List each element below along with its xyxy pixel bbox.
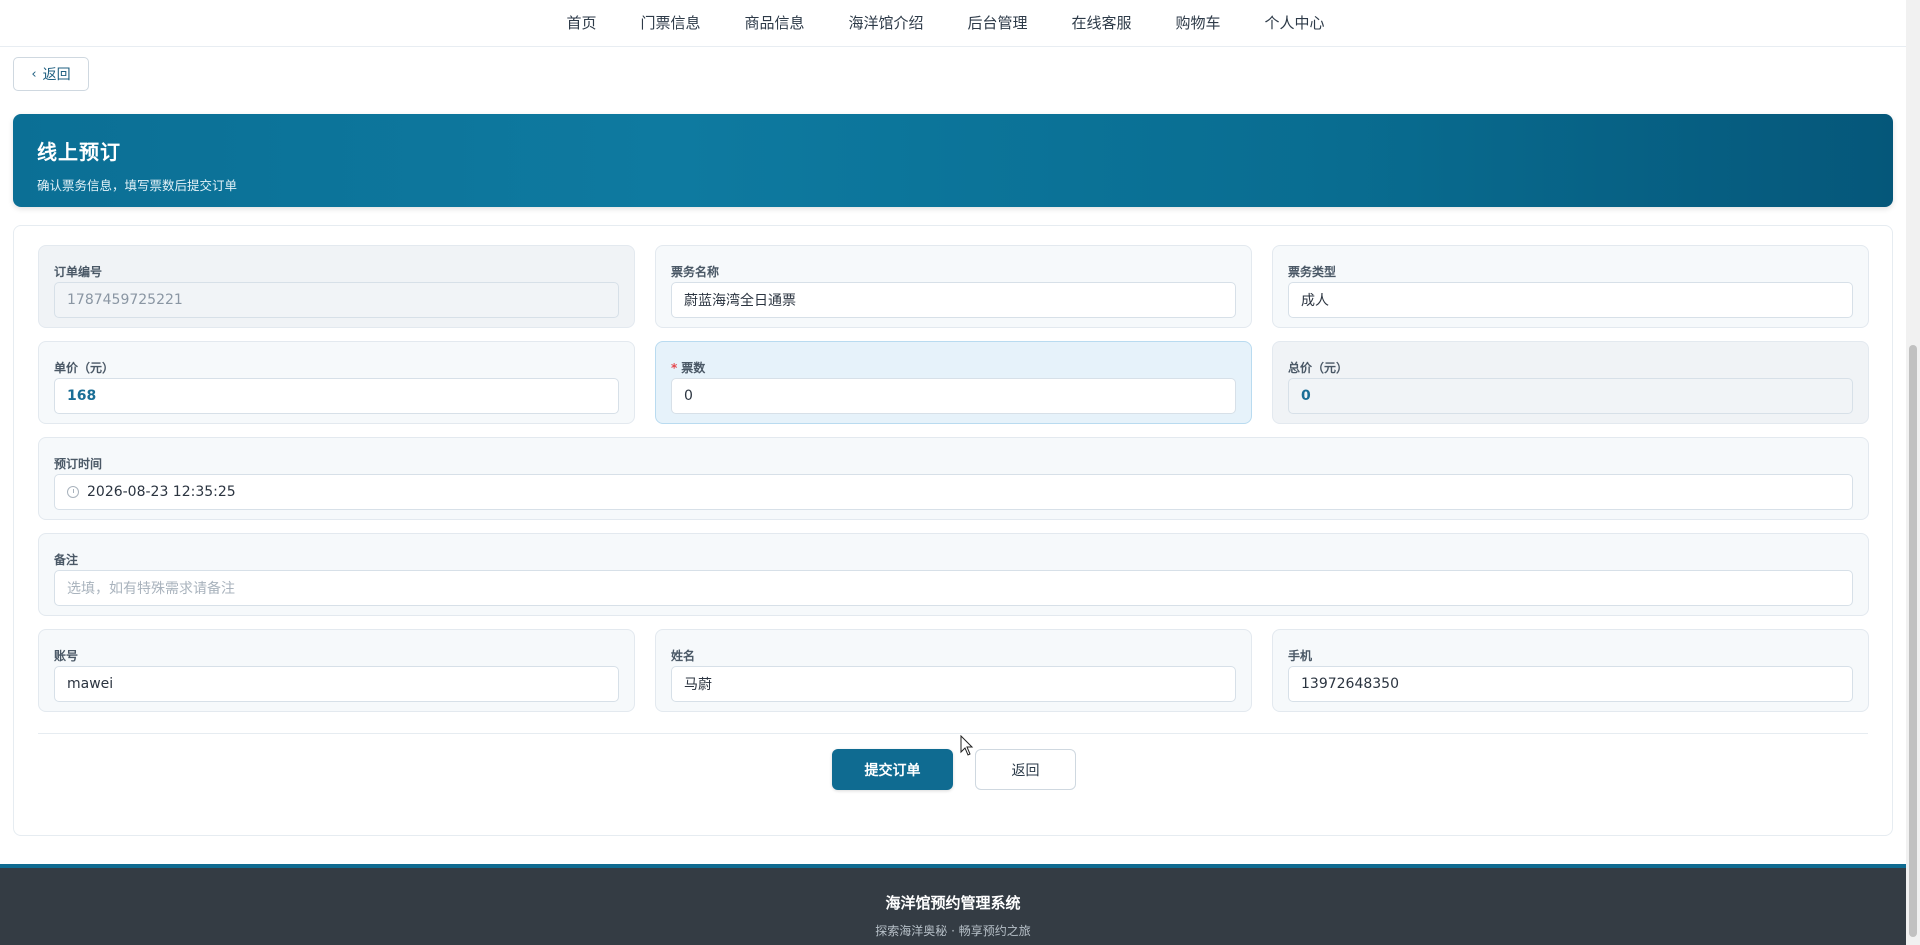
scrollbar-thumb[interactable] [1909, 345, 1917, 937]
page-footer: 海洋馆预约管理系统 探索海洋奥秘 · 畅享预约之旅 [0, 864, 1906, 945]
order-number-field: 订单编号 1787459725221 [38, 245, 635, 328]
phone-input[interactable]: 13972648350 [1288, 666, 1853, 702]
quantity-label: * 票数 [671, 359, 705, 376]
name-field: 姓名 马蔚 [655, 629, 1252, 712]
ticket-type-label: 票务类型 [1288, 265, 1337, 279]
booking-time-input[interactable]: 2026-08-23 12:35:25 [54, 474, 1853, 510]
unit-price-input[interactable]: 168 [54, 378, 619, 414]
unit-price-label: 单价（元） [54, 361, 115, 375]
required-mark: * [671, 361, 678, 375]
footer-title: 海洋馆预约管理系统 [885, 894, 1021, 912]
page-subtitle: 确认票务信息，填写票数后提交订单 [37, 178, 238, 193]
account-label: 账号 [54, 649, 79, 663]
nav-item-profile[interactable]: 个人中心 [1243, 1, 1347, 45]
top-navigation: 首页 门票信息 商品信息 海洋馆介绍 后台管理 在线客服 购物车 个人中心 [0, 0, 1906, 47]
order-number-label: 订单编号 [54, 265, 103, 279]
remark-input[interactable]: 选填，如有特殊需求请备注 [54, 570, 1853, 606]
remark-label: 备注 [54, 553, 79, 567]
nav-item-cart[interactable]: 购物车 [1154, 1, 1243, 45]
ticket-type-field: 票务类型 成人 [1272, 245, 1869, 328]
order-number-input: 1787459725221 [54, 282, 619, 318]
nav-item-products[interactable]: 商品信息 [722, 1, 826, 45]
back-button[interactable]: ‹ 返回 [13, 57, 89, 91]
form-divider [38, 733, 1868, 734]
nav-item-aquarium-intro[interactable]: 海洋馆介绍 [826, 1, 945, 45]
ticket-type-input[interactable]: 成人 [1288, 282, 1853, 318]
booking-time-value: 2026-08-23 12:35:25 [87, 484, 236, 500]
mouse-cursor-icon [960, 735, 974, 756]
quantity-label-text: 票数 [681, 361, 706, 375]
account-input[interactable]: mawei [54, 666, 619, 702]
name-label: 姓名 [671, 649, 696, 663]
quantity-field: * 票数 0 [655, 341, 1252, 424]
phone-field: 手机 13972648350 [1272, 629, 1869, 712]
page-title: 线上预订 [37, 140, 121, 164]
booking-time-label: 预订时间 [54, 457, 103, 471]
account-field: 账号 mawei [38, 629, 635, 712]
ticket-name-field: 票务名称 蔚蓝海湾全日通票 [655, 245, 1252, 328]
booking-time-field: 预订时间 2026-08-23 12:35:25 [38, 437, 1869, 520]
vertical-scrollbar[interactable] [1906, 0, 1920, 945]
back-button-label: 返回 [42, 67, 71, 83]
form-back-button[interactable]: 返回 [975, 749, 1076, 790]
nav-items: 首页 门票信息 商品信息 海洋馆介绍 后台管理 在线客服 购物车 个人中心 [544, 1, 1346, 45]
ticket-name-label: 票务名称 [671, 265, 720, 279]
nav-item-home[interactable]: 首页 [544, 1, 618, 45]
remark-field: 备注 选填，如有特殊需求请备注 [38, 533, 1869, 616]
chevron-left-icon: ‹ [31, 66, 37, 82]
submit-order-button[interactable]: 提交订单 [832, 749, 953, 790]
total-price-label: 总价（元） [1288, 361, 1349, 375]
total-price-field: 总价（元） 0 [1272, 341, 1869, 424]
phone-label: 手机 [1288, 649, 1313, 663]
ticket-name-input[interactable]: 蔚蓝海湾全日通票 [671, 282, 1236, 318]
name-input[interactable]: 马蔚 [671, 666, 1236, 702]
nav-item-admin[interactable]: 后台管理 [946, 1, 1050, 45]
page-banner: 线上预订 确认票务信息，填写票数后提交订单 [13, 114, 1893, 207]
nav-item-support[interactable]: 在线客服 [1050, 1, 1154, 45]
nav-item-tickets[interactable]: 门票信息 [618, 1, 722, 45]
unit-price-field: 单价（元） 168 [38, 341, 635, 424]
footer-subtitle: 探索海洋奥秘 · 畅享预约之旅 [875, 924, 1031, 938]
quantity-input[interactable]: 0 [671, 378, 1236, 414]
clock-icon [67, 486, 79, 498]
total-price-input: 0 [1288, 378, 1853, 414]
